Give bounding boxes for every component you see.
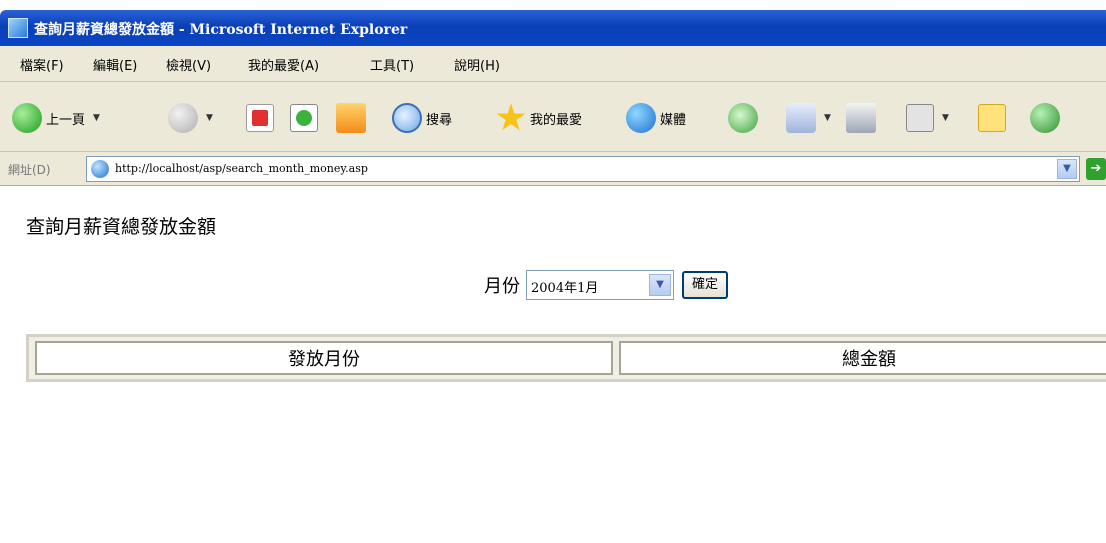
edit-icon: [906, 104, 934, 132]
address-bar: 網址(D) http://localhost/asp/search_month_…: [0, 152, 1106, 186]
refresh-icon: [290, 104, 318, 132]
month-select[interactable]: 2004年1月 ▼: [526, 270, 674, 300]
search-label: 搜尋: [426, 112, 453, 128]
chevron-down-icon[interactable]: ▼: [649, 274, 671, 296]
refresh-button[interactable]: [290, 100, 318, 136]
messenger-button[interactable]: [1030, 100, 1060, 136]
title-bar: 查詢月薪資總發放金額 - Microsoft Internet Explorer: [0, 10, 1106, 46]
back-button[interactable]: 上一頁 ▼: [12, 100, 100, 136]
page-title: 查詢月薪資總發放金額: [26, 216, 217, 238]
edit-button[interactable]: ▼: [906, 100, 949, 136]
home-icon: [336, 103, 366, 133]
home-button[interactable]: [336, 100, 366, 136]
history-button[interactable]: [728, 100, 758, 136]
month-selected-value: 2004年1月: [531, 281, 599, 296]
browser-window: 查詢月薪資總發放金額 - Microsoft Internet Explorer…: [0, 0, 1106, 543]
table-header-month: 發放月份: [35, 341, 613, 375]
messenger-icon: [1030, 103, 1060, 133]
forward-button[interactable]: ▼: [168, 100, 213, 136]
history-icon: [728, 103, 758, 133]
back-label: 上一頁: [46, 112, 86, 128]
address-label: 網址(D): [8, 163, 51, 177]
go-arrow-icon[interactable]: ➔: [1086, 158, 1106, 180]
toolbar: 上一頁 ▼ ▼ 搜尋 我的最愛 媒體 ▼ ▼: [0, 82, 1106, 152]
table-header-total: 總金額: [619, 341, 1106, 375]
mail-icon: [786, 103, 816, 133]
print-icon: [846, 103, 876, 133]
result-table: 發放月份 總金額: [26, 334, 1106, 382]
media-label: 媒體: [660, 112, 687, 128]
chevron-down-icon[interactable]: ▼: [942, 113, 949, 123]
forward-arrow-icon: [168, 103, 198, 133]
menu-favorites[interactable]: 我的最愛(A): [248, 55, 319, 74]
chevron-down-icon[interactable]: ▼: [1057, 159, 1077, 179]
media-globe-icon: [626, 103, 656, 133]
search-icon: [392, 103, 422, 133]
favorites-label: 我的最愛: [530, 112, 583, 128]
back-arrow-icon: [12, 103, 42, 133]
submit-button[interactable]: 確定: [682, 271, 729, 299]
ie-page-icon: [91, 160, 109, 178]
menu-bar: 檔案(F) 編輯(E) 檢視(V) 我的最愛(A) 工具(T) 說明(H): [0, 46, 1106, 82]
page-content: 查詢月薪資總發放金額 月份 2004年1月 ▼ 確定 發放月份 總金額: [0, 186, 1106, 543]
search-button[interactable]: 搜尋: [392, 100, 452, 136]
menu-edit[interactable]: 編輯(E): [93, 55, 137, 74]
print-button[interactable]: [846, 100, 876, 136]
ie-page-icon: [8, 18, 28, 38]
address-input[interactable]: http://localhost/asp/search_month_money.…: [86, 156, 1080, 182]
menu-help[interactable]: 說明(H): [454, 55, 500, 74]
menu-view[interactable]: 檢視(V): [166, 55, 211, 74]
stop-button[interactable]: [246, 100, 274, 136]
favorites-button[interactable]: 我的最愛: [496, 100, 582, 136]
window-title: 查詢月薪資總發放金額 - Microsoft Internet Explorer: [34, 22, 408, 38]
star-icon: [496, 103, 526, 131]
menu-tools[interactable]: 工具(T): [370, 55, 414, 74]
mail-button[interactable]: ▼: [786, 100, 831, 136]
address-url[interactable]: http://localhost/asp/search_month_money.…: [115, 162, 368, 175]
media-button[interactable]: 媒體: [626, 100, 686, 136]
note-icon: [978, 104, 1006, 132]
menu-file[interactable]: 檔案(F): [20, 55, 64, 74]
discuss-button[interactable]: [978, 100, 1006, 136]
chevron-down-icon[interactable]: ▼: [824, 113, 831, 123]
month-form: 月份 2004年1月 ▼ 確定: [484, 270, 729, 300]
month-label: 月份: [484, 276, 520, 297]
stop-icon: [246, 104, 274, 132]
chevron-down-icon[interactable]: ▼: [93, 113, 100, 123]
chevron-down-icon[interactable]: ▼: [206, 113, 213, 123]
